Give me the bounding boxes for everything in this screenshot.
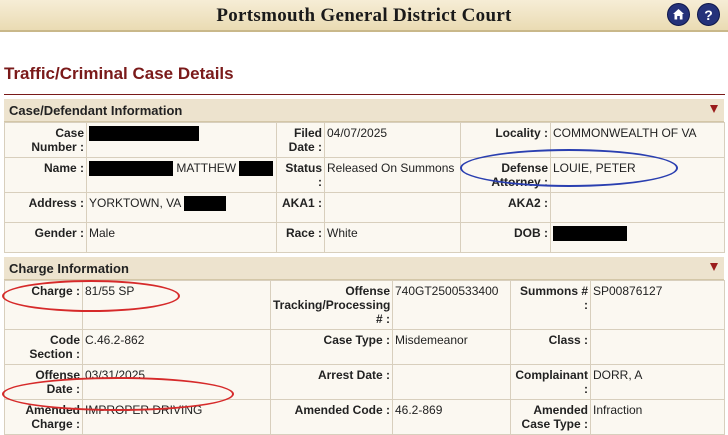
home-icon[interactable]: [667, 3, 690, 26]
offense-date-label: Offense Date :: [4, 364, 83, 400]
charge-label: Charge :: [4, 280, 83, 330]
address-value: YORKTOWN, VA: [86, 192, 277, 223]
court-title: Portsmouth General District Court: [216, 5, 512, 26]
filed-date-label: Filed Date :: [276, 122, 325, 158]
help-icon[interactable]: ?: [697, 3, 720, 26]
case-number-value: [86, 122, 277, 158]
amended-charge-value: IMPROPER DRIVING: [82, 399, 271, 435]
aka2-value: [550, 192, 725, 223]
charge-value: 81/55 SP: [82, 280, 271, 330]
aka1-value: [324, 192, 461, 223]
status-label: Status :: [276, 157, 325, 193]
amended-charge-label: Amended Charge :: [4, 399, 83, 435]
offense-date-value: 03/31/2025: [82, 364, 271, 400]
offense-date-row: Offense Date : 03/31/2025 Arrest Date : …: [4, 364, 725, 400]
amended-row: Amended Charge : IMPROPER DRIVING Amende…: [4, 399, 725, 435]
charge-section-heading: Charge Information: [9, 261, 129, 276]
arrest-date-value: [392, 364, 511, 400]
dob-value: [550, 222, 725, 253]
charge-row: Charge : 81/55 SP Offense Tracking/Proce…: [4, 280, 725, 330]
locality-value: COMMONWEALTH OF VA: [550, 122, 725, 158]
case-row: Case Number : Filed Date : 04/07/2025 Lo…: [4, 122, 725, 158]
case-section-header[interactable]: Case/Defendant Information: [4, 99, 724, 122]
race-value: White: [324, 222, 461, 253]
redaction-bar: [89, 161, 173, 176]
case-type-label: Case Type :: [270, 329, 393, 365]
name-label: Name :: [4, 157, 87, 193]
filed-date-value: 04/07/2025: [324, 122, 461, 158]
code-section-value: C.46.2-862: [82, 329, 271, 365]
race-label: Race :: [276, 222, 325, 253]
name-row: Name : MATTHEW Status : Released On Summ…: [4, 157, 725, 193]
case-section-heading: Case/Defendant Information: [9, 103, 183, 118]
collapse-arrow-icon[interactable]: [710, 105, 718, 113]
tracking-value: 740GT2500533400: [392, 280, 511, 330]
redaction-bar: [183, 196, 226, 211]
redaction-bar: [89, 126, 199, 141]
complainant-label: Complainant :: [510, 364, 591, 400]
page-title: Traffic/Criminal Case Details: [4, 64, 234, 83]
aka1-label: AKA1 :: [276, 192, 325, 223]
defense-attorney-label: Defense Attorney :: [460, 157, 551, 193]
status-value: Released On Summons: [324, 157, 461, 193]
amended-case-type-value: Infraction: [590, 399, 725, 435]
gender-row: Gender : Male Race : White DOB :: [4, 222, 725, 253]
amended-case-type-label: Amended Case Type :: [510, 399, 591, 435]
code-section-label: Code Section :: [4, 329, 83, 365]
gender-label: Gender :: [4, 222, 87, 253]
collapse-arrow-icon[interactable]: [710, 263, 718, 271]
top-bar: Portsmouth General District Court ?: [0, 0, 728, 32]
name-first: MATTHEW: [176, 161, 237, 175]
aka2-label: AKA2 :: [460, 192, 551, 223]
address-label: Address :: [4, 192, 87, 223]
arrest-date-label: Arrest Date :: [270, 364, 393, 400]
tracking-label: Offense Tracking/Processing # :: [270, 280, 393, 330]
dob-label: DOB :: [460, 222, 551, 253]
class-label: Class :: [510, 329, 591, 365]
address-text: YORKTOWN, VA: [89, 196, 181, 210]
amended-code-value: 46.2-869: [392, 399, 511, 435]
redaction-bar: [553, 226, 627, 241]
complainant-value: DORR, A: [590, 364, 725, 400]
address-row: Address : YORKTOWN, VA AKA1 : AKA2 :: [4, 192, 725, 223]
locality-label: Locality :: [460, 122, 551, 158]
defense-attorney-value: LOUIE, PETER: [550, 157, 725, 193]
case-details-table: Case Number : Filed Date : 04/07/2025 Lo…: [4, 122, 725, 253]
title-divider: [4, 94, 725, 95]
amended-code-label: Amended Code :: [270, 399, 393, 435]
summons-value: SP00876127: [590, 280, 725, 330]
gender-value: Male: [86, 222, 277, 253]
redaction-bar: [239, 161, 274, 176]
charge-section-header[interactable]: Charge Information: [4, 257, 724, 280]
help-glyph: ?: [704, 6, 713, 23]
summons-label: Summons # :: [510, 280, 591, 330]
case-type-value: Misdemeanor: [392, 329, 511, 365]
case-number-label: Case Number :: [4, 122, 87, 158]
name-value: MATTHEW: [86, 157, 277, 193]
code-row: Code Section : C.46.2-862 Case Type : Mi…: [4, 329, 725, 365]
class-value: [590, 329, 725, 365]
